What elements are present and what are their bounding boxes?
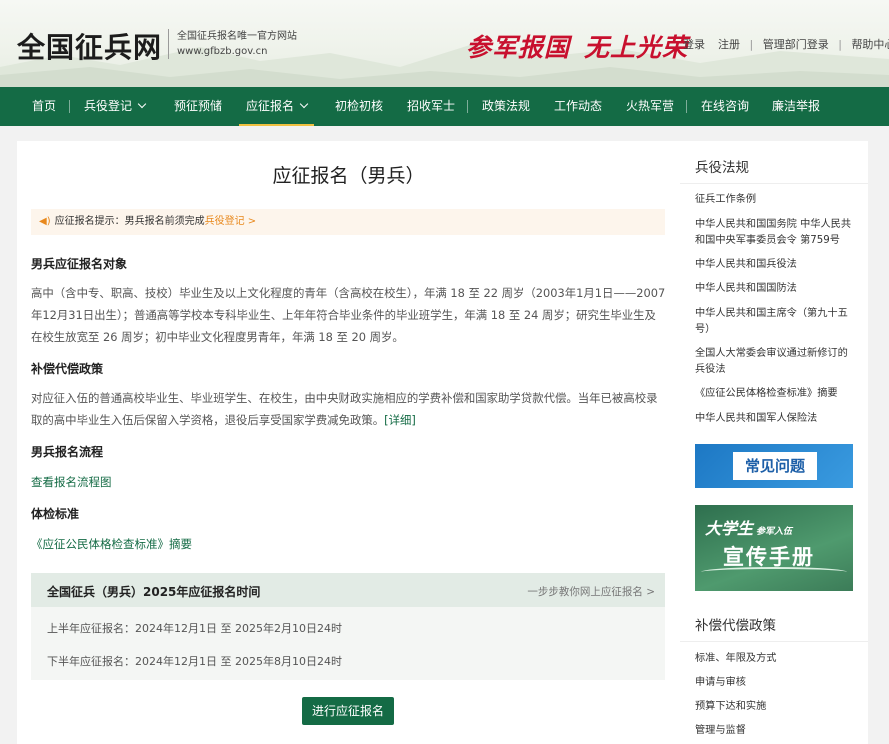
compensation-detail-link[interactable]: [详细] <box>384 413 416 427</box>
second-half-period: 下半年应征报名：2024年12月1日 至 2025年8月10日24时 <box>47 655 342 668</box>
sidebar-law-link[interactable]: 全国人大常委会审议通过新修订的兵役法 <box>695 346 857 378</box>
compensation-text: 对应征入伍的普通高校毕业生、毕业班学生、在校生，由中央财政实施相应的学费补偿和国… <box>31 391 658 427</box>
physical-standard-link[interactable]: 《应征公民体格检查标准》摘要 <box>31 536 192 552</box>
slogan-part-a: 参军报国 <box>466 33 571 62</box>
nav-separator <box>686 100 687 113</box>
nav-apply[interactable]: 应征报名 <box>239 87 315 126</box>
notice-text: 应征报名提示：男兵报名前须完成 <box>54 216 205 227</box>
sidebar-comp-link[interactable]: 申请与审核 <box>695 675 857 691</box>
online-guide-link[interactable]: 一步步教你网上应征报名 > <box>527 584 655 599</box>
handbook-banner[interactable]: 大学生 参军入伍 宣传手册 <box>695 505 853 591</box>
sidebar-law-link[interactable]: 中华人民共和国主席令（第九十五号） <box>695 306 857 338</box>
book-icon <box>701 567 847 577</box>
nav-policy[interactable]: 政策法规 <box>482 87 530 126</box>
faq-banner[interactable]: 常见问题 <box>695 444 853 488</box>
divider <box>680 641 868 642</box>
sidebar-law-link[interactable]: 中华人民共和国国务院 中华人民共和国中央军事委员会令 第759号 <box>695 217 857 249</box>
link-separator: | <box>749 38 754 51</box>
site-header: 全国征兵网 全国征兵报名唯一官方网站 www.gfbzb.gov.cn 参军报国… <box>0 0 889 87</box>
time-box-header: 全国征兵（男兵）2025年应征报名时间 一步步教你网上应征报名 > <box>31 573 665 607</box>
nav-recruit-officer[interactable]: 招收军士 <box>407 87 455 126</box>
sidebar-compensation-title: 补偿代偿政策 <box>695 618 776 634</box>
login-link[interactable]: 登录 <box>683 38 705 51</box>
page-title: 应征报名（男兵） <box>272 165 425 187</box>
sidebar-law-link[interactable]: 中华人民共和国国防法 <box>695 281 857 297</box>
chevron-down-icon <box>137 99 147 109</box>
slogan-part-b: 无上光荣 <box>584 33 689 62</box>
sidebar-comp-link[interactable]: 管理与监督 <box>695 723 857 739</box>
application-time-box: 全国征兵（男兵）2025年应征报名时间 一步步教你网上应征报名 > 上半年应征报… <box>31 573 665 680</box>
site-subtitle-line1: 全国征兵报名唯一官方网站 <box>177 31 297 42</box>
register-link[interactable]: 注册 <box>718 38 740 51</box>
nav-separator <box>467 100 468 113</box>
eligibility-text: 高中（含中专、职高、技校）毕业生及以上文化程度的青年（含高校在校生），年满 18… <box>31 286 666 344</box>
nav-registration-label: 兵役登记 <box>84 99 133 113</box>
handbook-line1-main: 大学生 <box>705 519 754 538</box>
nav-separator <box>69 100 70 113</box>
process-chart-link[interactable]: 查看报名流程图 <box>31 474 112 490</box>
section-heading-physical: 体检标准 <box>31 507 80 521</box>
sidebar-law-link[interactable]: 中华人民共和国兵役法 <box>695 257 857 273</box>
faq-banner-label: 常见问题 <box>733 452 817 480</box>
admin-login-link[interactable]: 管理部门登录 <box>763 38 829 51</box>
help-center-link[interactable]: 帮助中心 <box>851 38 889 51</box>
time-box-title: 全国征兵（男兵）2025年应征报名时间 <box>47 585 261 599</box>
sidebar: 兵役法规 征兵工作条例 中华人民共和国国务院 中华人民共和国中央军事委员会令 第… <box>680 141 868 744</box>
site-logo-title[interactable]: 全国征兵网 <box>17 26 162 66</box>
nav-integrity[interactable]: 廉洁举报 <box>772 87 820 126</box>
notice-bar: ◀) 应征报名提示：男兵报名前须完成兵役登记 > <box>31 209 665 235</box>
logo-divider <box>168 29 169 59</box>
nav-home[interactable]: 首页 <box>32 87 56 126</box>
sidebar-law-link[interactable]: 中华人民共和国军人保险法 <box>695 411 857 427</box>
apply-button[interactable]: 进行应征报名 <box>302 697 394 725</box>
main-content: 应征报名（男兵） ◀) 应征报名提示：男兵报名前须完成兵役登记 > 男兵应征报名对… <box>17 141 680 744</box>
site-url: www.gfbzb.gov.cn <box>177 46 268 57</box>
sidebar-comp-link[interactable]: 标准、年限及方式 <box>695 651 857 667</box>
slogan: 参军报国 无上光荣 <box>466 28 688 64</box>
nav-registration[interactable]: 兵役登记 <box>84 87 147 126</box>
sidebar-comp-link[interactable]: 预算下达和实施 <box>695 699 857 715</box>
handbook-line1: 大学生 参军入伍 <box>705 515 792 539</box>
notice-registration-link[interactable]: 兵役登记 > <box>205 216 257 227</box>
nav-consult[interactable]: 在线咨询 <box>701 87 749 126</box>
site-subtitle: 全国征兵报名唯一官方网站 www.gfbzb.gov.cn <box>177 29 297 59</box>
main-nav: 首页 兵役登记 预征预储 应征报名 初检初核 招收军士 政策法规 工作动态 火热… <box>0 87 889 126</box>
handbook-line1-small: 参军入伍 <box>756 527 793 537</box>
nav-pre-reserve[interactable]: 预征预储 <box>174 87 222 126</box>
sidebar-laws-title: 兵役法规 <box>695 160 749 176</box>
section-heading-process: 男兵报名流程 <box>31 445 104 459</box>
nav-apply-label: 应征报名 <box>246 99 295 113</box>
sidebar-law-link[interactable]: 征兵工作条例 <box>695 192 857 208</box>
section-heading-compensation: 补偿代偿政策 <box>31 362 104 376</box>
nav-barracks[interactable]: 火热军营 <box>626 87 674 126</box>
top-links: 登录 注册 | 管理部门登录 | 帮助中心 <box>683 36 889 52</box>
sidebar-law-link[interactable]: 《应征公民体格检查标准》摘要 <box>695 386 857 402</box>
link-separator: | <box>838 38 842 51</box>
section-heading-eligibility: 男兵应征报名对象 <box>31 257 128 271</box>
nav-exam[interactable]: 初检初核 <box>335 87 383 126</box>
nav-work-news[interactable]: 工作动态 <box>554 87 602 126</box>
compensation-paragraph: 对应征入伍的普通高校毕业生、毕业班学生、在校生，由中央财政实施相应的学费补偿和国… <box>31 387 667 431</box>
chevron-down-icon <box>299 99 309 109</box>
divider <box>680 183 868 184</box>
first-half-period: 上半年应征报名：2024年12月1日 至 2025年2月10日24时 <box>47 622 342 635</box>
speaker-icon: ◀) <box>39 216 51 227</box>
